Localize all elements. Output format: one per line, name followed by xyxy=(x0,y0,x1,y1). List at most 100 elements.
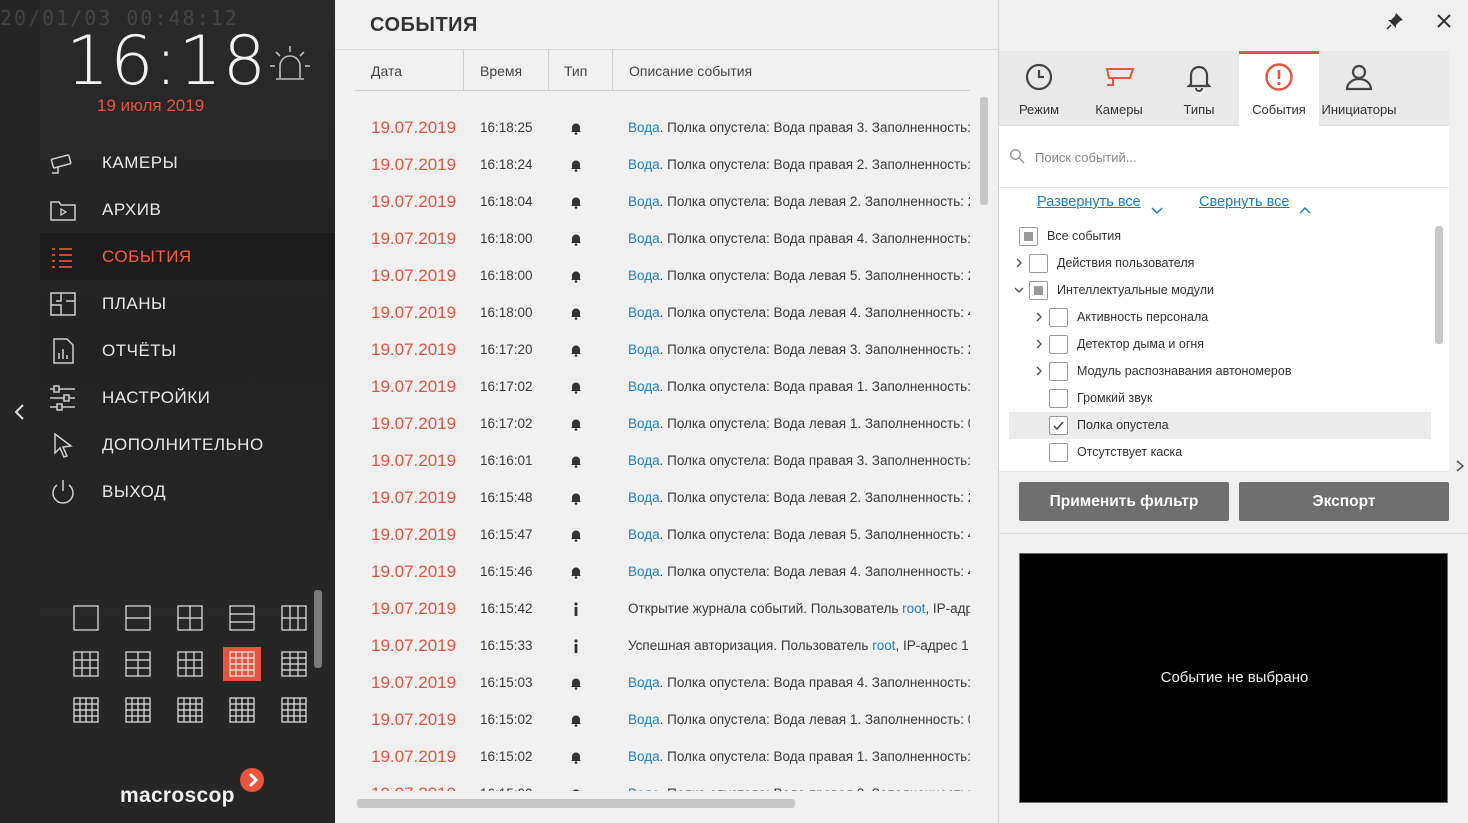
export-button[interactable]: Экспорт xyxy=(1239,482,1449,521)
column-header-time[interactable]: Время xyxy=(480,50,522,91)
chevron-right-icon[interactable] xyxy=(1033,338,1045,350)
tab-types[interactable]: Типы xyxy=(1159,51,1239,126)
nav-item-cameras[interactable]: КАМЕРЫ xyxy=(40,139,335,186)
layout-grid-option[interactable] xyxy=(112,733,164,737)
chevron-right-icon[interactable] xyxy=(1454,458,1466,472)
tree-item[interactable]: Все события xyxy=(1009,223,1431,250)
tree-item[interactable]: Интеллектуальные модули xyxy=(1009,277,1431,304)
alarm-beacon-icon[interactable] xyxy=(268,44,312,84)
layouts-scrollbar[interactable] xyxy=(314,590,322,668)
layout-grid-option[interactable] xyxy=(112,595,164,641)
tab-cameras[interactable]: Камеры xyxy=(1079,51,1159,126)
nav-item-plans[interactable]: ПЛАНЫ xyxy=(40,280,335,327)
close-icon[interactable] xyxy=(1433,10,1455,32)
description-link[interactable]: Вода xyxy=(628,157,660,172)
layout-grid-option[interactable] xyxy=(164,687,216,733)
layout-grid-option[interactable] xyxy=(216,641,268,687)
nav-item-events[interactable]: СОБЫТИЯ xyxy=(40,233,335,280)
chevron-right-icon[interactable] xyxy=(1013,257,1025,269)
description-link[interactable]: root xyxy=(902,601,925,616)
column-divider[interactable] xyxy=(463,50,464,91)
pin-icon[interactable] xyxy=(1384,10,1406,32)
description-link[interactable]: Вода xyxy=(628,712,660,727)
description-link[interactable]: Вода xyxy=(628,231,660,246)
nav-item-reports[interactable]: ОТЧЁТЫ xyxy=(40,327,335,374)
table-row[interactable]: 19.07.2019 16:17:20 Вода. Полка опустела: … xyxy=(355,331,970,368)
table-row[interactable]: 19.07.2019 16:17:02 Вода. Полка опустела: … xyxy=(355,405,970,442)
tree-item[interactable]: Полка опустела xyxy=(1009,412,1431,439)
table-row[interactable]: 19.07.2019 16:18:00 Вода. Полка опустела: … xyxy=(355,257,970,294)
description-link[interactable]: Вода xyxy=(628,453,660,468)
table-row[interactable]: 19.07.2019 16:15:47 Вода. Полка опустела: … xyxy=(355,516,970,553)
description-link[interactable]: Вода xyxy=(628,749,660,764)
tab-events[interactable]: События xyxy=(1239,51,1319,126)
description-link[interactable]: Вода xyxy=(628,786,660,791)
checkbox[interactable] xyxy=(1049,416,1068,435)
checkbox[interactable] xyxy=(1049,308,1068,327)
description-link[interactable]: Вода xyxy=(628,342,660,357)
table-row[interactable]: 19.07.2019 16:15:02 Вода. Полка опустела: … xyxy=(355,701,970,738)
description-link[interactable]: Вода xyxy=(628,194,660,209)
description-link[interactable]: Вода xyxy=(628,268,660,283)
layout-grid-option[interactable] xyxy=(60,595,112,641)
checkbox[interactable] xyxy=(1049,443,1068,462)
table-row[interactable]: 19.07.2019 16:18:24 Вода. Полка опустела: … xyxy=(355,146,970,183)
checkbox[interactable] xyxy=(1049,362,1068,381)
description-link[interactable]: Вода xyxy=(628,379,660,394)
table-row[interactable]: 19.07.2019 16:16:01 Вода. Полка опустела: … xyxy=(355,442,970,479)
tree-item[interactable]: Действия пользователя xyxy=(1009,250,1431,277)
layout-grid-option[interactable] xyxy=(164,641,216,687)
layout-grid-option[interactable] xyxy=(60,641,112,687)
nav-item-exit[interactable]: ВЫХОД xyxy=(40,468,335,515)
tree-item[interactable]: Детектор дыма и огня xyxy=(1009,331,1431,358)
table-row[interactable]: 19.07.2019 16:15:42 Открытие журнала событ… xyxy=(355,590,970,627)
tree-item[interactable]: Отсутствует каска xyxy=(1009,439,1431,466)
tree-item[interactable]: Модуль распознавания автономеров xyxy=(1009,358,1431,385)
tree-item[interactable]: Громкий звук xyxy=(1009,385,1431,412)
column-header-description[interactable]: Описание события xyxy=(629,50,752,91)
events-horizontal-scrollbar[interactable] xyxy=(357,799,795,808)
layout-grid-option[interactable] xyxy=(216,687,268,733)
layout-grid-option[interactable] xyxy=(268,733,320,737)
layout-grid-option[interactable] xyxy=(112,687,164,733)
table-row[interactable]: 19.07.2019 16:18:25 Вода. Полка опустела: … xyxy=(355,109,970,146)
layout-grid-option[interactable] xyxy=(216,733,268,737)
table-row[interactable]: 19.07.2019 16:18:00 Вода. Полка опустела: … xyxy=(355,220,970,257)
collapse-sidebar-icon[interactable] xyxy=(12,402,28,422)
chevron-right-icon[interactable] xyxy=(1033,365,1045,377)
description-link[interactable]: Вода xyxy=(628,416,660,431)
expand-all-link[interactable]: Развернуть все xyxy=(1037,194,1141,210)
column-header-date[interactable]: Дата xyxy=(371,50,402,91)
description-link[interactable]: Вода xyxy=(628,564,660,579)
table-row[interactable]: 19.07.2019 16:18:04 Вода. Полка опустела: … xyxy=(355,183,970,220)
column-divider[interactable] xyxy=(548,50,549,91)
tab-initiators[interactable]: Инициаторы xyxy=(1319,51,1399,126)
description-link[interactable]: Вода xyxy=(628,527,660,542)
description-link[interactable]: Вода xyxy=(628,490,660,505)
layout-grid-option[interactable] xyxy=(60,687,112,733)
tab-mode[interactable]: Режим xyxy=(999,51,1079,126)
table-row[interactable]: 19.07.2019 16:15:48 Вода. Полка опустела: … xyxy=(355,479,970,516)
chevron-right-icon[interactable] xyxy=(1033,311,1045,323)
collapse-all-link[interactable]: Свернуть все xyxy=(1199,194,1289,210)
layout-grid-option[interactable] xyxy=(268,595,320,641)
description-link[interactable]: root xyxy=(872,638,895,653)
tree-scrollbar[interactable] xyxy=(1435,226,1443,344)
table-row[interactable]: 19.07.2019 16:15:33 Успешная авторизация. … xyxy=(355,627,970,664)
layout-grid-option[interactable] xyxy=(164,595,216,641)
table-row[interactable]: 19.07.2019 16:15:46 Вода. Полка опустела: … xyxy=(355,553,970,590)
layout-grid-option[interactable] xyxy=(60,733,112,737)
checkbox[interactable] xyxy=(1049,335,1068,354)
checkbox[interactable] xyxy=(1029,281,1048,300)
layout-grid-option[interactable] xyxy=(164,733,216,737)
description-link[interactable]: Вода xyxy=(628,305,660,320)
nav-item-archive[interactable]: АРХИВ xyxy=(40,186,335,233)
layout-grid-option[interactable] xyxy=(112,641,164,687)
column-header-type[interactable]: Тип xyxy=(564,50,587,91)
nav-item-settings[interactable]: НАСТРОЙКИ xyxy=(40,374,335,421)
search-input[interactable] xyxy=(1035,146,1435,168)
description-link[interactable]: Вода xyxy=(628,120,660,135)
table-row[interactable]: 19.07.2019 16:17:02 Вода. Полка опустела: … xyxy=(355,368,970,405)
table-row[interactable]: 19.07.2019 16:15:00 Вода. Полка опустела: … xyxy=(355,775,970,791)
table-row[interactable]: 19.07.2019 16:15:02 Вода. Полка опустела: … xyxy=(355,738,970,775)
